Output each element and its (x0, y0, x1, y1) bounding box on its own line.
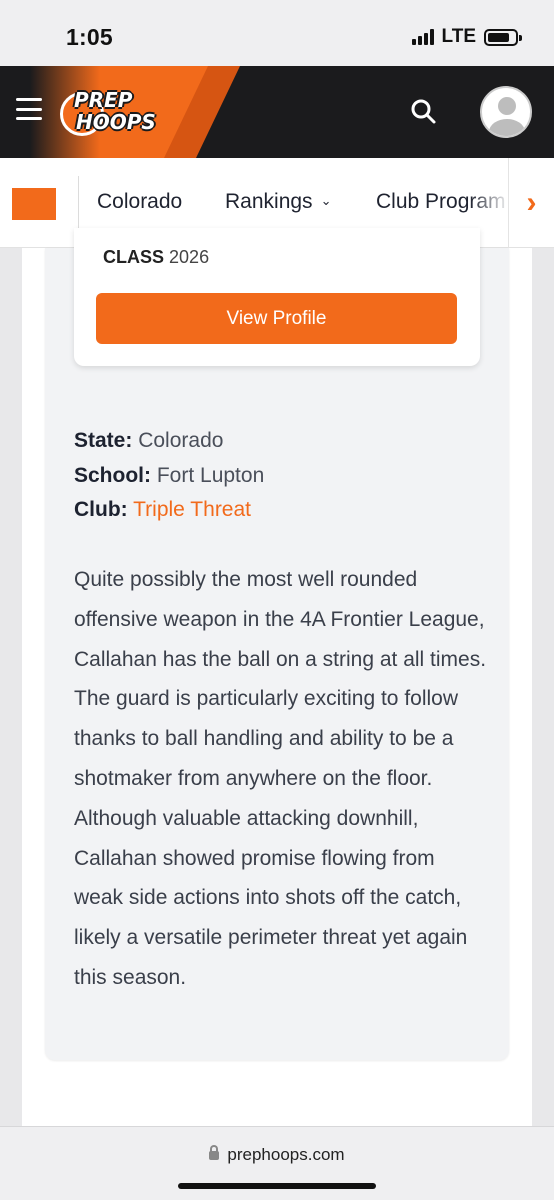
url-display[interactable]: prephoops.com (0, 1145, 554, 1165)
url-text: prephoops.com (227, 1145, 345, 1164)
signal-icon (411, 29, 434, 45)
state-detail: State: Colorado (74, 429, 223, 453)
club-label: Club: (74, 498, 128, 521)
class-value: 2026 (169, 247, 210, 267)
chevron-right-icon: › (526, 186, 537, 219)
hamburger-icon[interactable] (16, 98, 42, 120)
view-profile-button[interactable]: View Profile (96, 293, 457, 344)
school-label: School: (74, 464, 151, 487)
logo-text: PREP HOOPS (74, 89, 156, 133)
search-icon[interactable] (410, 98, 438, 126)
state-value: Colorado (138, 429, 224, 452)
nav-divider (78, 176, 79, 230)
school-value: Fort Lupton (156, 464, 265, 487)
site-header: PREP HOOPS (0, 66, 554, 158)
nav-item-rankings-label: Rankings (225, 190, 313, 213)
school-detail: School: Fort Lupton (74, 464, 264, 488)
state-label: State: (74, 429, 133, 452)
player-bio: Quite possibly the most well rounded off… (74, 568, 487, 989)
class-label: CLASS (103, 247, 165, 267)
colorado-state-icon[interactable] (12, 188, 56, 220)
prephoops-logo[interactable]: PREP HOOPS (60, 86, 174, 138)
class-year: CLASS 2026 (103, 247, 209, 268)
club-link[interactable]: Triple Threat (133, 498, 251, 521)
network-label: LTE (441, 26, 476, 47)
battery-icon (484, 28, 522, 46)
avatar-icon[interactable] (480, 86, 532, 138)
logo-line-1: PREP (74, 88, 133, 112)
logo-line-2: HOOPS (76, 110, 156, 134)
home-indicator[interactable] (178, 1183, 376, 1189)
nav-item-rankings[interactable]: Rankings ⌄ (225, 190, 331, 214)
status-bar: 1:05 LTE (0, 0, 554, 66)
lock-icon (209, 1145, 220, 1160)
status-indicators: LTE (411, 26, 522, 48)
status-time: 1:05 (66, 24, 113, 50)
club-detail: Club: Triple Threat (74, 498, 251, 522)
chevron-down-icon: ⌄ (320, 193, 332, 208)
nav-item-colorado[interactable]: Colorado (97, 190, 182, 214)
nav-scroll-right-button[interactable]: › (508, 158, 554, 247)
